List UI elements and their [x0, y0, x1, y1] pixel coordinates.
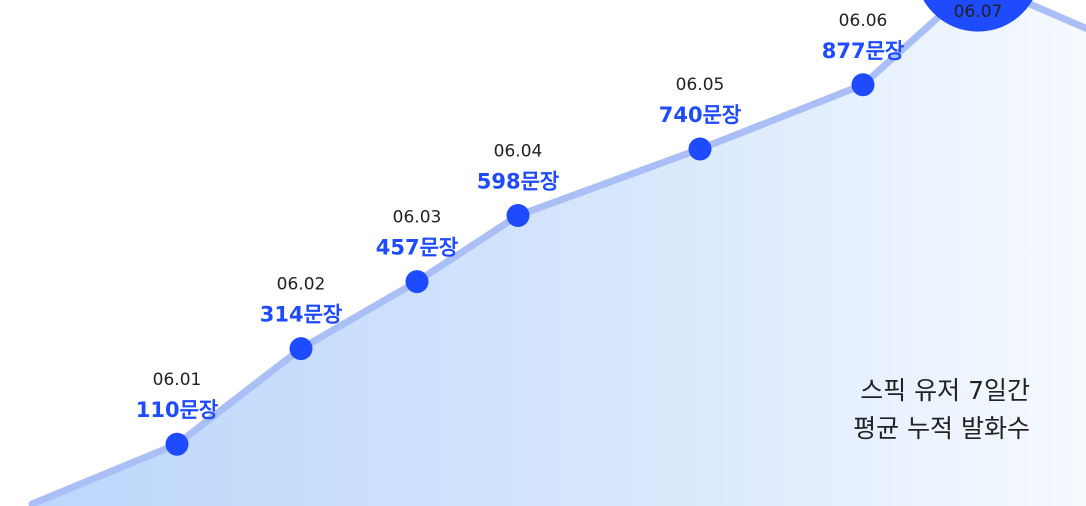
value-label: 740문장 — [659, 103, 741, 127]
chart-caption: 스픽 유저 7일간 평균 누적 발화수 — [853, 372, 1030, 448]
data-point — [506, 204, 530, 228]
date-label: 06.05 — [676, 75, 725, 95]
date-label: 06.03 — [393, 208, 442, 228]
caption-line-1: 스픽 유저 7일간 — [860, 376, 1030, 405]
date-label: 06.06 — [839, 11, 888, 31]
data-point — [165, 432, 189, 456]
caption-line-2: 평균 누적 발화수 — [853, 414, 1030, 443]
data-point — [688, 137, 712, 161]
data-point — [851, 73, 875, 97]
value-label: 314문장 — [260, 303, 342, 327]
value-label: 598문장 — [477, 170, 559, 194]
data-point — [289, 337, 313, 361]
value-label: 457문장 — [376, 236, 458, 260]
data-point — [405, 270, 429, 294]
date-label: 06.04 — [494, 142, 543, 162]
value-label: 877문장 — [822, 39, 904, 63]
value-label: 110문장 — [136, 398, 218, 422]
date-label: 06.02 — [277, 275, 326, 295]
date-label: 06.01 — [153, 370, 202, 390]
date-label: 06.07 — [954, 2, 1003, 22]
